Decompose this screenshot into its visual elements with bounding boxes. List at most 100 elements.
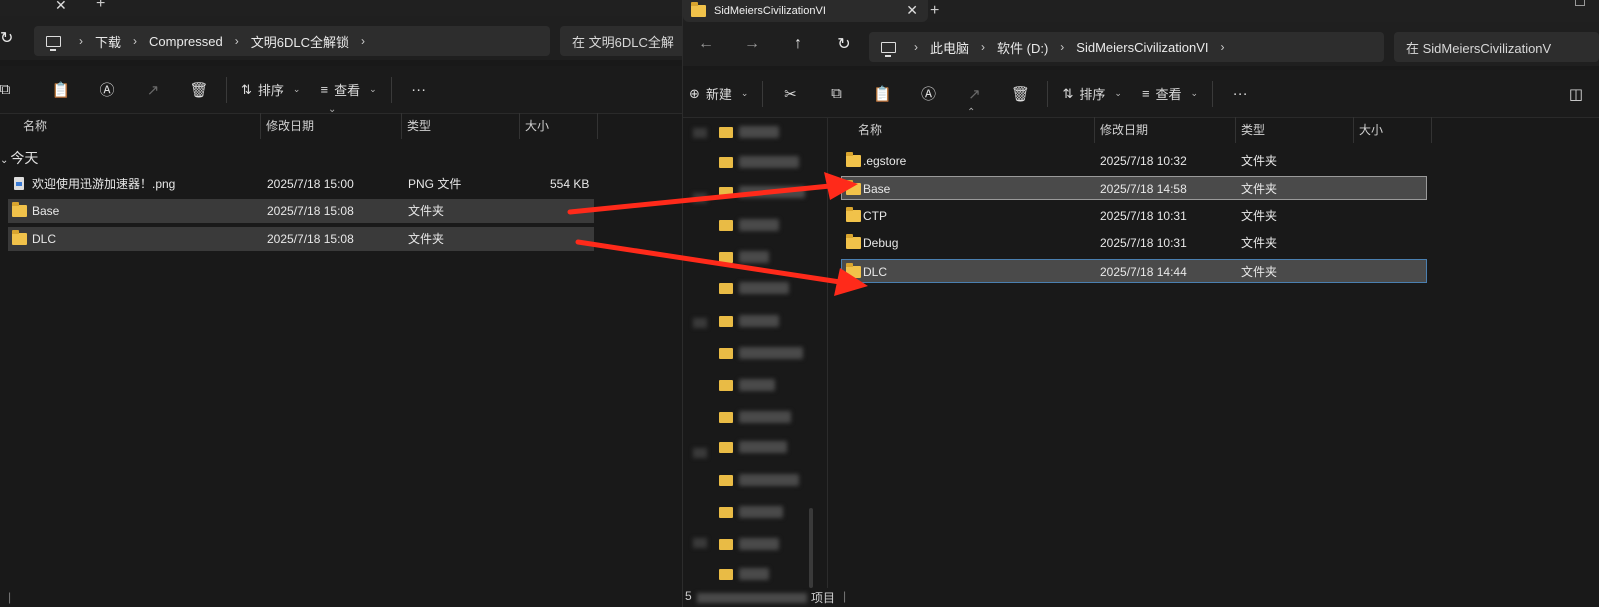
view-button[interactable]: ≡ 查看 ⌄ [310, 74, 386, 106]
column-name[interactable]: 名称 [858, 117, 882, 143]
blurred-icon [693, 318, 707, 328]
cut-icon[interactable]: ✂ [767, 78, 813, 110]
breadcrumb-segment[interactable]: 文明6DLC全解锁 [251, 32, 349, 51]
column-date[interactable]: 修改日期 [1100, 117, 1148, 143]
details-pane-icon[interactable]: ◫ [1553, 78, 1599, 110]
more-button[interactable]: ··· [396, 74, 442, 106]
breadcrumb-segment[interactable]: 下载 [95, 32, 121, 51]
left-refresh-button[interactable]: ↻ [0, 28, 16, 48]
toolbar-divider [226, 76, 227, 103]
nav-pane-item[interactable] [719, 410, 791, 424]
column-divider[interactable] [260, 113, 261, 139]
nav-pane-item[interactable] [719, 473, 799, 487]
file-name: DLC [863, 265, 888, 279]
nav-pane-item[interactable] [719, 125, 779, 139]
blurred-label [739, 474, 799, 486]
breadcrumb-chevron-icon[interactable]: › [361, 34, 365, 48]
group-header-today[interactable]: ⌄ 今天 [0, 148, 38, 168]
column-type[interactable]: 类型 [407, 113, 431, 139]
nav-pane-item[interactable] [719, 155, 799, 169]
paste-icon[interactable]: 📋 [859, 78, 905, 110]
delete-icon[interactable]: 🗑 [997, 78, 1043, 110]
right-search-input[interactable]: 在 SidMeiersCivilizationV [1394, 32, 1599, 62]
back-button[interactable]: ← [683, 35, 729, 53]
nav-pane-item[interactable] [719, 440, 787, 454]
file-row[interactable]: Base 2025/7/18 15:08 文件夹 [8, 199, 594, 223]
file-row[interactable]: Debug 2025/7/18 10:31 文件夹 [841, 231, 1427, 255]
nav-pane-item[interactable] [719, 505, 783, 519]
file-name: Base [32, 204, 60, 218]
nav-pane-item[interactable] [719, 281, 789, 295]
file-row[interactable]: 欢迎使用迅游加速器！.png 2025/7/18 15:00 PNG 文件 55… [8, 172, 594, 196]
rename-icon[interactable]: Ⓐ [905, 78, 951, 110]
rename-icon[interactable]: Ⓐ [84, 74, 130, 106]
new-button[interactable]: ⊕ 新建 ⌄ [683, 78, 758, 110]
file-row[interactable]: DLC 2025/7/18 15:08 文件夹 [8, 227, 594, 251]
up-button[interactable]: ↑ [775, 35, 821, 53]
view-label: 查看 [334, 83, 361, 98]
column-divider[interactable] [597, 113, 598, 139]
column-divider[interactable] [1094, 117, 1095, 143]
file-row[interactable]: CTP 2025/7/18 10:31 文件夹 [841, 204, 1427, 228]
copy-icon[interactable]: ⧉ [813, 78, 859, 110]
folder-icon [719, 379, 733, 391]
left-address-bar[interactable]: › 下载 › Compressed › 文明6DLC全解锁 › [34, 26, 550, 56]
paste-icon[interactable]: 📋 [38, 74, 84, 106]
nav-pane-item[interactable] [719, 567, 769, 581]
column-name[interactable]: 名称 [23, 113, 47, 139]
restore-icon[interactable] [1575, 0, 1585, 6]
nav-pane-item[interactable] [719, 346, 803, 360]
left-search-input[interactable]: 在 文明6DLC全解 [560, 26, 683, 56]
nav-pane-item[interactable] [719, 250, 769, 264]
folder-icon [719, 251, 733, 263]
folder-icon [719, 315, 733, 327]
nav-pane-item[interactable] [719, 537, 779, 551]
column-size[interactable]: 大小 [525, 113, 549, 139]
blurred-label [739, 251, 769, 263]
blurred-label [739, 347, 803, 359]
file-row[interactable]: .egstore 2025/7/18 10:32 文件夹 [841, 149, 1427, 173]
refresh-button[interactable]: ↻ [821, 34, 867, 54]
column-divider[interactable] [401, 113, 402, 139]
new-tab-button[interactable]: + [930, 3, 939, 19]
breadcrumb-segment[interactable]: Compressed [149, 34, 223, 49]
more-button[interactable]: ··· [1217, 78, 1263, 110]
view-button[interactable]: ≡ 查看 ⌄ [1132, 78, 1208, 110]
nav-pane-scrollbar[interactable] [809, 508, 813, 588]
column-divider[interactable] [1431, 117, 1432, 143]
copy-icon[interactable]: ⧉ [0, 74, 10, 106]
delete-icon[interactable]: 🗑 [176, 74, 222, 106]
left-tab-close-button[interactable]: ✕ [55, 0, 67, 14]
file-row[interactable]: Base 2025/7/18 14:58 文件夹 [841, 176, 1427, 200]
pc-icon [46, 35, 61, 51]
left-new-tab-button[interactable]: + [96, 0, 105, 12]
file-type: 文件夹 [1241, 236, 1278, 250]
nav-pane-item[interactable] [719, 218, 779, 232]
sort-button[interactable]: ⇅ 排序 ⌄ [231, 74, 310, 106]
column-size[interactable]: 大小 [1359, 117, 1383, 143]
file-row[interactable]: DLC 2025/7/18 14:44 文件夹 [841, 259, 1427, 283]
file-date: 2025/7/18 10:32 [1100, 154, 1187, 168]
nav-pane-item[interactable] [719, 314, 779, 328]
nav-pane-item[interactable] [719, 185, 805, 199]
column-date[interactable]: 修改日期 [266, 113, 314, 139]
sort-button[interactable]: ⇅ 排序 ⌄ [1052, 78, 1131, 110]
breadcrumb-segment[interactable]: 此电脑 [930, 38, 969, 57]
file-date: 2025/7/18 10:31 [1100, 236, 1187, 250]
pane-divider[interactable] [827, 118, 828, 588]
right-address-bar[interactable]: › 此电脑 › 软件 (D:) › SidMeiersCivilizationV… [869, 32, 1384, 62]
column-divider[interactable] [1353, 117, 1354, 143]
column-divider[interactable] [519, 113, 520, 139]
share-icon[interactable]: ↗ [951, 78, 997, 110]
breadcrumb-chevron-icon[interactable]: › [1221, 40, 1225, 54]
share-icon[interactable]: ↗ [130, 74, 176, 106]
nav-pane-item[interactable] [719, 378, 775, 392]
forward-button[interactable]: → [729, 35, 775, 53]
tab-sidmeiers[interactable]: SidMeiersCivilizationVI ✕ [683, 0, 928, 22]
breadcrumb-segment[interactable]: 软件 (D:) [997, 38, 1048, 57]
tab-close-button[interactable]: ✕ [906, 2, 918, 19]
column-type[interactable]: 类型 [1241, 117, 1265, 143]
breadcrumb-segment[interactable]: SidMeiersCivilizationVI [1076, 40, 1208, 55]
column-divider[interactable] [1235, 117, 1236, 143]
sort-icon: ⇅ [1062, 85, 1074, 101]
